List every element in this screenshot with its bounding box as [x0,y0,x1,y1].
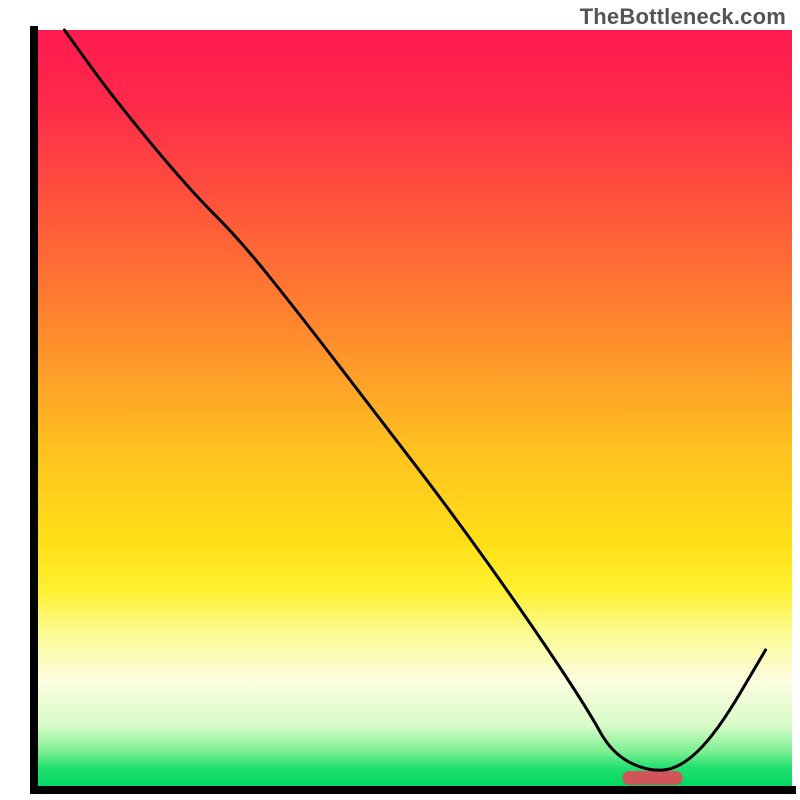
bottleneck-curve-chart [0,0,800,800]
y-axis [30,26,38,794]
watermark-text: TheBottleneck.com [580,4,786,30]
x-axis [30,786,796,794]
chart-frame: { "watermark": "TheBottleneck.com", "cha… [0,0,800,800]
optimal-range-marker [622,771,682,785]
